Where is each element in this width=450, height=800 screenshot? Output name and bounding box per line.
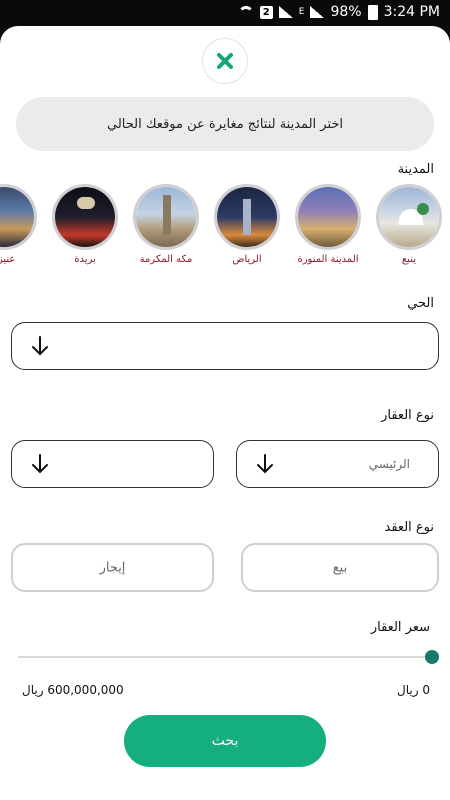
info-banner: اختر المدينة لنتائج مغايرة عن موقعك الحا…	[16, 97, 434, 151]
city-item[interactable]: الرياض	[211, 184, 283, 265]
info-message: اختر المدينة لنتائج مغايرة عن موقعك الحا…	[106, 116, 344, 132]
city-name: ينبع	[401, 254, 417, 265]
close-x-icon	[217, 53, 233, 69]
property-type-dropdown[interactable]: الرئيسي	[236, 440, 439, 488]
city-item[interactable]: المدينة المنورة	[292, 184, 364, 265]
city-item[interactable]: بريدة	[49, 184, 121, 265]
city-name: مكه المكرمة	[139, 254, 193, 265]
city-name: المدينة المنورة	[297, 254, 359, 265]
property-subtype-dropdown[interactable]	[11, 440, 214, 488]
city-section-label: المدينة	[397, 162, 434, 177]
city-item[interactable]: عنيزة	[0, 184, 40, 265]
search-button[interactable]: بحث	[124, 715, 326, 767]
city-item[interactable]: ينبع	[373, 184, 445, 265]
city-image	[0, 184, 37, 250]
contract-option-rent[interactable]: إيجار	[11, 543, 214, 592]
contract-option-sale[interactable]: بيع	[241, 543, 439, 592]
status-bar: 2 E 98% 3:24 PM	[0, 0, 450, 26]
city-carousel[interactable]: ينبع المدينة المنورة الرياض مكه المكرمة	[0, 184, 450, 284]
filter-sheet: اختر المدينة لنتائج مغايرة عن موقعك الحا…	[0, 26, 450, 800]
property-type-label: نوع العقار	[381, 408, 434, 423]
city-name: عنيزة	[0, 254, 16, 265]
clock: 3:24 PM	[383, 4, 440, 20]
price-slider-track[interactable]	[18, 656, 432, 658]
property-type-value: الرئيسي	[368, 457, 410, 471]
city-name: بريدة	[74, 254, 96, 265]
signal-icon-2	[310, 6, 325, 18]
battery-icon	[367, 4, 378, 20]
city-image	[52, 184, 118, 250]
district-dropdown[interactable]	[11, 322, 439, 370]
arrow-down-icon	[32, 454, 48, 474]
city-image	[214, 184, 280, 250]
city-name: الرياض	[232, 254, 262, 265]
district-label: الحي	[407, 296, 434, 311]
wifi-icon	[237, 6, 254, 18]
network-badge: E	[298, 6, 305, 17]
city-image	[376, 184, 442, 250]
price-slider-thumb[interactable]	[425, 650, 439, 664]
contract-type-label: نوع العقد	[384, 520, 434, 535]
signal-icon	[278, 6, 293, 18]
sim-badge: 2	[259, 5, 273, 19]
city-item[interactable]: مكه المكرمة	[130, 184, 202, 265]
contract-option-label: بيع	[332, 560, 348, 575]
battery-percent: 98%	[330, 4, 362, 20]
price-label: سعر العقار	[370, 620, 430, 635]
city-image	[133, 184, 199, 250]
price-min: 0 ريال	[397, 683, 430, 697]
arrow-down-icon	[257, 454, 273, 474]
contract-option-label: إيجار	[99, 560, 126, 575]
close-button[interactable]	[202, 38, 248, 84]
arrow-down-icon	[32, 336, 48, 356]
price-max: 600,000,000 ريال	[22, 683, 124, 697]
city-image	[295, 184, 361, 250]
